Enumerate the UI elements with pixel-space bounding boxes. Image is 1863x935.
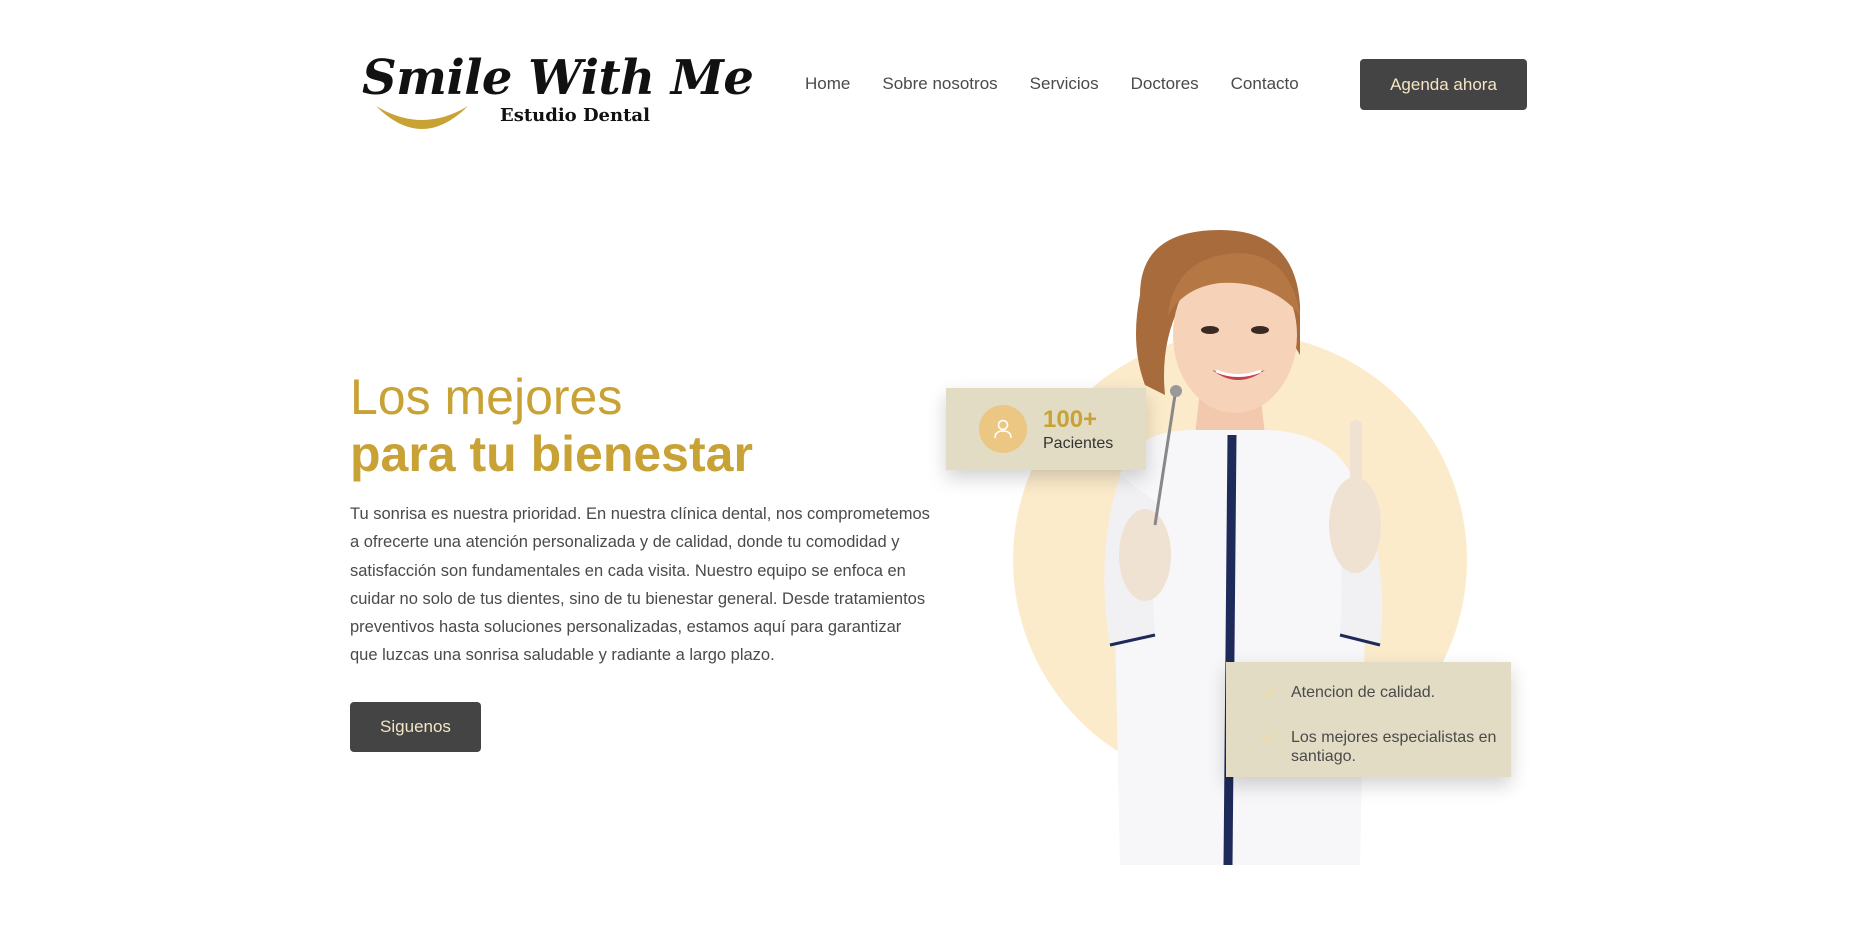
feature-label: Atencion de calidad. xyxy=(1291,684,1436,701)
book-now-button[interactable]: Agenda ahora xyxy=(1360,59,1527,110)
feature-label: Los mejores especialistas en santiago. xyxy=(1291,729,1497,765)
features-card: Atencion de calidad. Los mejores especia… xyxy=(1226,662,1511,777)
nav-services[interactable]: Servicios xyxy=(1030,74,1099,94)
patients-label: Pacientes xyxy=(1043,435,1114,452)
nav-contact[interactable]: Contacto xyxy=(1231,74,1299,94)
patients-stat-card: 100+ Pacientes xyxy=(946,388,1146,470)
smile-icon xyxy=(376,106,468,129)
nav-home[interactable]: Home xyxy=(805,74,850,94)
brand-title: Smile With Me xyxy=(362,50,754,106)
check-icon xyxy=(1261,686,1277,699)
main-nav: Home Sobre nosotros Servicios Doctores C… xyxy=(805,74,1331,94)
user-icon xyxy=(979,405,1027,453)
follow-us-button[interactable]: Siguenos xyxy=(350,702,481,752)
check-icon xyxy=(1261,731,1277,744)
nav-doctors[interactable]: Doctores xyxy=(1131,74,1199,94)
patients-count: 100+ xyxy=(1043,406,1098,433)
hero-heading-line2: para tu bienestar xyxy=(350,426,753,482)
hero-heading-line1: Los mejores xyxy=(350,369,623,425)
nav-about[interactable]: Sobre nosotros xyxy=(882,74,997,94)
hero-paragraph: Tu sonrisa es nuestra prioridad. En nues… xyxy=(350,505,930,665)
brand-logo[interactable]: Smile With Me Estudio Dental xyxy=(360,48,754,138)
brand-subtitle: Estudio Dental xyxy=(500,105,650,126)
